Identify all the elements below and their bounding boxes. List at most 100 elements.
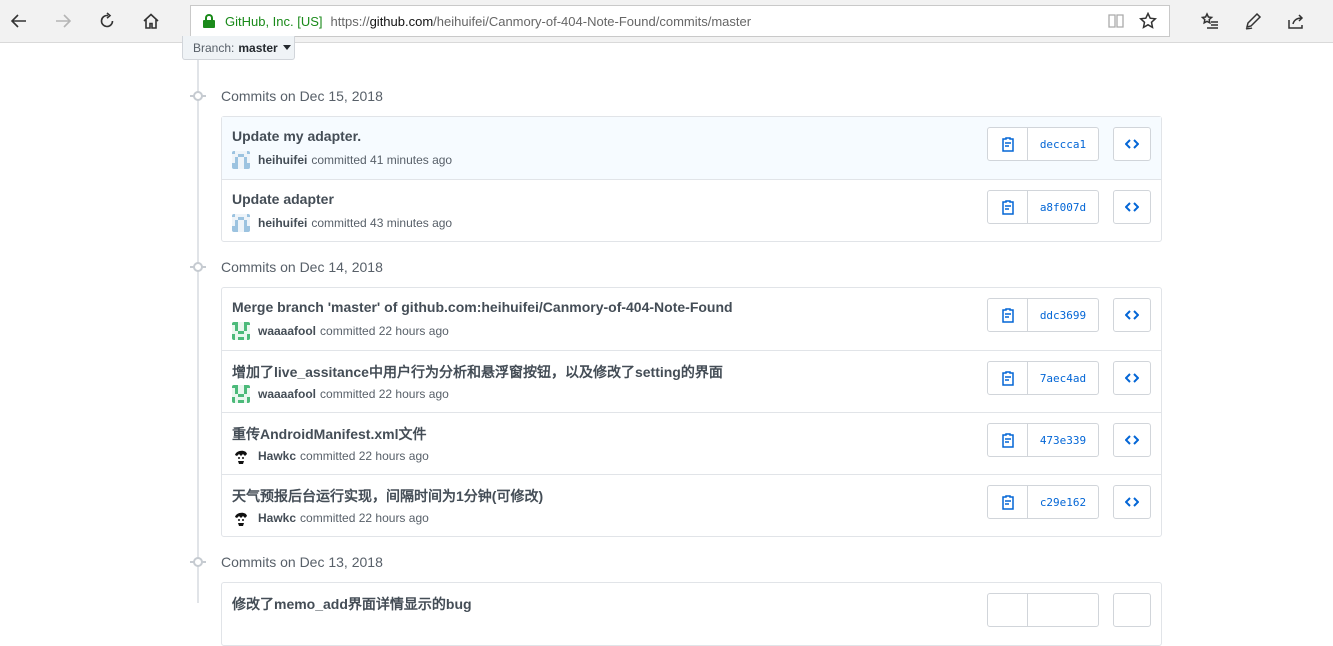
commit-message-link[interactable]: Update adapter (232, 191, 334, 207)
commit-meta: Hawkc committed 22 hours ago (232, 509, 429, 527)
forward-button[interactable] (50, 8, 76, 34)
commit-sha-link[interactable]: a8f007d (1028, 191, 1098, 223)
commit-actions: 473e339 (987, 423, 1151, 457)
commit-dot-icon (187, 556, 209, 568)
commit-author[interactable]: Hawkc (258, 511, 296, 525)
commit-dot-icon (187, 90, 209, 102)
commit-message-link[interactable]: 重传AndroidManifest.xml文件 (232, 424, 426, 444)
copy-sha-button[interactable] (988, 191, 1028, 223)
site-identity[interactable]: GitHub, Inc. [US] (225, 14, 323, 29)
commit-sha-link[interactable]: ddc3699 (1028, 299, 1098, 331)
commit-row: Merge branch 'master' of github.com:heih… (222, 288, 1161, 350)
commit-group-title: Commits on Dec 15, 2018 (221, 88, 383, 104)
url-text[interactable]: https://github.com/heihuifei/Canmory-of-… (331, 14, 752, 29)
back-button[interactable] (6, 8, 32, 34)
browse-repo-button[interactable] (1113, 423, 1151, 457)
pen-icon (1245, 12, 1262, 30)
commit-dot-icon (187, 261, 209, 273)
commit-sha-link[interactable]: 7aec4ad (1028, 362, 1098, 394)
avatar[interactable] (232, 385, 250, 403)
copy-sha-button[interactable] (988, 486, 1028, 518)
commit-sha-link[interactable]: c29e162 (1028, 486, 1098, 518)
share-button[interactable] (1284, 9, 1308, 33)
commit-author[interactable]: heihuifei (258, 216, 307, 230)
commit-actions: deccca1 (987, 127, 1151, 161)
copy-sha-button[interactable] (988, 128, 1028, 160)
url-host: github.com (369, 13, 434, 29)
refresh-icon (100, 12, 114, 28)
commit-verb: committed (300, 449, 356, 463)
commit-group-header: Commits on Dec 14, 2018 (187, 257, 383, 277)
avatar[interactable] (232, 447, 250, 465)
commit-time: 22 hours ago (358, 449, 429, 463)
favorites-hub-button[interactable] (1198, 9, 1222, 33)
commit-verb: committed (300, 511, 356, 525)
url-scheme: https:// (330, 13, 370, 29)
commit-author[interactable]: waaaafool (258, 324, 316, 338)
browse-repo-button[interactable] (1113, 485, 1151, 519)
copy-sha-button[interactable] (988, 362, 1028, 394)
clipboard-icon (1001, 308, 1014, 323)
caret-down-icon (282, 45, 291, 50)
commit-actions: c29e162 (987, 485, 1151, 519)
commit-message-link[interactable]: Merge branch 'master' of github.com:heih… (232, 299, 733, 315)
reading-view-icon[interactable] (1107, 13, 1125, 29)
commit-group-title: Commits on Dec 14, 2018 (221, 259, 383, 275)
clipboard-icon (1001, 495, 1014, 510)
branch-label: Branch: (193, 40, 235, 55)
commit-sha-link[interactable]: deccca1 (1028, 128, 1098, 160)
browse-repo-button[interactable] (1113, 127, 1151, 161)
commit-list: Update my adapter. heihuifei committed 4… (221, 116, 1162, 242)
commit-list: Merge branch 'master' of github.com:heih… (221, 287, 1162, 537)
avatar[interactable] (232, 322, 250, 340)
avatar[interactable] (232, 509, 250, 527)
copy-sha-button[interactable] (988, 424, 1028, 456)
web-note-button[interactable] (1241, 9, 1265, 33)
commit-message-link[interactable]: 增加了live_assitance中用户行为分析和悬浮窗按钮，以及修改了sett… (232, 362, 723, 382)
commit-author[interactable]: heihuifei (258, 153, 307, 167)
copy-sha-button[interactable] (988, 594, 1028, 626)
code-icon (1125, 435, 1139, 445)
browse-repo-button[interactable] (1113, 190, 1151, 224)
commit-group-header: Commits on Dec 15, 2018 (187, 86, 383, 106)
commit-message-link[interactable]: 天气预报后台运行实现，间隔时间为1分钟(可修改) (232, 486, 543, 506)
browse-repo-button[interactable] (1113, 593, 1151, 627)
commit-sha-link[interactable]: 473e339 (1028, 424, 1098, 456)
commit-verb: committed (320, 387, 376, 401)
sha-button-group: c29e162 (987, 485, 1099, 519)
branch-name: master (238, 40, 278, 55)
clipboard-icon (1001, 200, 1014, 215)
commit-author[interactable]: waaaafool (258, 387, 316, 401)
commit-row: 重传AndroidManifest.xml文件 Hawkc committed … (222, 412, 1161, 474)
avatar[interactable] (232, 151, 250, 169)
commit-message-link[interactable]: Update my adapter. (232, 128, 361, 144)
browse-repo-button[interactable] (1113, 361, 1151, 395)
home-button[interactable] (138, 8, 164, 34)
commit-list: 修改了memo_add界面详情显示的bug (221, 582, 1162, 646)
url-path: /heihuifei/Canmory-of-404-Note-Found/com… (433, 13, 752, 29)
commit-time: 22 hours ago (378, 324, 449, 338)
commit-verb: committed (311, 153, 367, 167)
copy-sha-button[interactable] (988, 299, 1028, 331)
commit-group-header: Commits on Dec 13, 2018 (187, 552, 383, 572)
avatar[interactable] (232, 214, 250, 232)
share-icon (1288, 14, 1304, 29)
clipboard-icon (1001, 433, 1014, 448)
browse-repo-button[interactable] (1113, 298, 1151, 332)
commit-message-link[interactable]: 修改了memo_add界面详情显示的bug (232, 594, 472, 614)
branch-select-button[interactable]: Branch: master (182, 36, 295, 60)
commit-sha-link[interactable] (1028, 594, 1098, 626)
sha-button-group: ddc3699 (987, 298, 1099, 332)
code-icon (1125, 202, 1139, 212)
commit-row: 修改了memo_add界面详情显示的bug (222, 583, 1161, 645)
commit-actions: a8f007d (987, 190, 1151, 224)
sha-button-group: 7aec4ad (987, 361, 1099, 395)
code-icon (1125, 497, 1139, 507)
commit-actions (987, 593, 1151, 627)
refresh-button[interactable] (94, 8, 120, 34)
favorite-star-icon[interactable] (1138, 11, 1158, 30)
commit-meta: heihuifei committed 41 minutes ago (232, 151, 452, 169)
back-arrow-icon (10, 14, 26, 28)
commit-author[interactable]: Hawkc (258, 449, 296, 463)
address-bar[interactable]: GitHub, Inc. [US] https://github.com/hei… (190, 5, 1170, 37)
